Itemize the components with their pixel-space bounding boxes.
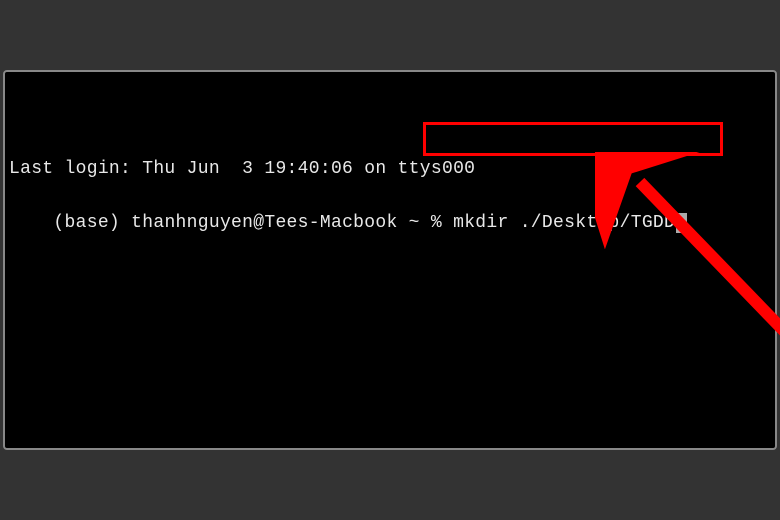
cursor (676, 213, 687, 233)
terminal-content: Last login: Thu Jun 3 19:40:06 on ttys00… (9, 102, 771, 264)
last-login-line: Last login: Thu Jun 3 19:40:06 on ttys00… (9, 156, 771, 183)
command-text: mkdir ./Desktop/TGDD (453, 213, 675, 233)
prompt-line: (base) thanhnguyen@Tees-Macbook ~ % mkdi… (53, 210, 687, 237)
terminal-window[interactable]: Last login: Thu Jun 3 19:40:06 on ttys00… (3, 70, 777, 450)
prompt-prefix: (base) thanhnguyen@Tees-Macbook ~ % (53, 213, 453, 233)
